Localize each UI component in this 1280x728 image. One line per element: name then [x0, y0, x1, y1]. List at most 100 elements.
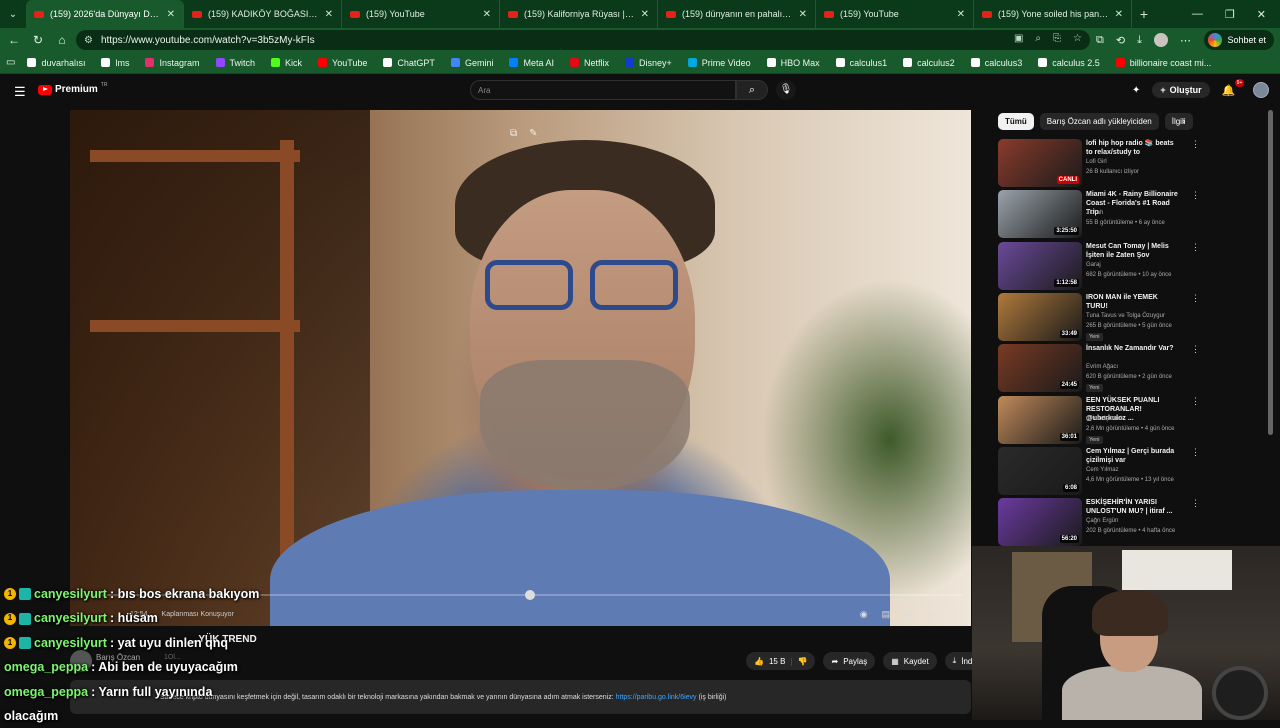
- recommended-video[interactable]: 3:25:50 Miami 4K - Rainy Billionaire Coas…: [998, 190, 1268, 240]
- download-icon[interactable]: ⤓: [1137, 34, 1142, 47]
- channel-name[interactable]: Garaj: [1086, 262, 1101, 268]
- video-thumbnail[interactable]: 3:25:50: [998, 190, 1082, 239]
- bookmark-item[interactable]: Prime Video: [680, 58, 759, 68]
- video-thumbnail[interactable]: 1:12:58: [998, 241, 1082, 290]
- bookmark-item[interactable]: Kick: [263, 58, 310, 68]
- chat-username[interactable]: canyesilyurt: [34, 582, 107, 606]
- cast-icon[interactable]: ✦: [1132, 85, 1140, 96]
- more-options-icon[interactable]: ⋮: [1191, 396, 1200, 407]
- bookmark-item[interactable]: Meta AI: [501, 58, 562, 68]
- bookmark-item[interactable]: calculus1: [828, 58, 896, 68]
- recommended-video[interactable]: 24:45 İnsanlık Ne Zamandır Var? Evrim Ağac…: [998, 344, 1268, 394]
- translate-icon[interactable]: ⎘: [1053, 33, 1061, 44]
- chips-next-icon[interactable]: ›: [1182, 116, 1185, 127]
- settings-gear-icon[interactable]: ⚙: [904, 609, 912, 620]
- browser-tab[interactable]: (159) Kaliforniya Rüyası | San Fran ✕: [500, 0, 658, 28]
- home-icon[interactable]: ⌂: [50, 33, 74, 47]
- chat-username[interactable]: omega_peppa: [4, 655, 88, 679]
- close-window-icon[interactable]: ✕: [1257, 8, 1266, 21]
- channel-name[interactable]: J Utah: [1086, 210, 1103, 216]
- bookmark-item[interactable]: calculus2: [895, 58, 963, 68]
- history-icon[interactable]: ⟲: [1116, 34, 1125, 47]
- more-options-icon[interactable]: ⋮: [1191, 447, 1200, 458]
- more-options-icon[interactable]: ⋮: [1191, 344, 1200, 355]
- close-tab-icon[interactable]: ✕: [325, 9, 333, 20]
- extensions-icon[interactable]: ⧉: [1096, 34, 1104, 47]
- subtitles-icon[interactable]: ▤: [882, 609, 891, 620]
- voice-search-button[interactable]: 🎙: [776, 80, 796, 100]
- bookmark-item[interactable]: lms: [93, 58, 137, 68]
- browser-tab[interactable]: (159) YouTube ✕: [816, 0, 974, 28]
- close-tab-icon[interactable]: ✕: [167, 9, 175, 20]
- chat-username[interactable]: omega_peppa: [4, 680, 88, 704]
- bookmark-item[interactable]: calculus 2.5: [1030, 58, 1108, 68]
- profile-avatar[interactable]: [1153, 33, 1168, 47]
- reload-icon[interactable]: ↻: [26, 33, 50, 47]
- channel-name[interactable]: Orkun Işıtmak: [1086, 416, 1123, 422]
- bookmarks-sidebar-icon[interactable]: ▭: [6, 57, 15, 68]
- bookmark-item[interactable]: YouTube: [310, 58, 375, 68]
- bookmark-item[interactable]: Instagram: [137, 58, 207, 68]
- hamburger-menu-icon[interactable]: ☰: [14, 84, 26, 100]
- recommended-video[interactable]: 36:01 EEN YÜKSEK PUANLI RESTORANLAR! @ube…: [998, 395, 1268, 446]
- channel-name[interactable]: Tuna Tavus ve Tolga Özuygur: [1086, 313, 1165, 319]
- video-title[interactable]: ESKİŞEHİR'İN YARISI UNLOST'UN MU? | itir…: [1086, 498, 1178, 516]
- chat-with-gemini-button[interactable]: Sohbet et: [1204, 30, 1274, 50]
- description-link[interactable]: https://paribu.go.link/6ievy: [616, 694, 697, 701]
- video-thumbnail[interactable]: 56:20: [998, 498, 1082, 547]
- bookmark-item[interactable]: Disney+: [617, 58, 680, 68]
- recommended-video[interactable]: CANLI lofi hip hop radio 📚 beats to relax…: [998, 139, 1268, 189]
- bookmark-item[interactable]: duvarhalısı: [19, 58, 93, 68]
- close-tab-icon[interactable]: ✕: [799, 9, 807, 20]
- restore-icon[interactable]: ❐: [1225, 8, 1235, 21]
- bookmark-item[interactable]: billionaire coast mi...: [1108, 58, 1220, 68]
- sidebar-scrollbar[interactable]: [1268, 110, 1273, 435]
- close-tab-icon[interactable]: ✕: [1115, 9, 1123, 20]
- bookmark-star-icon[interactable]: ☆: [1073, 33, 1082, 44]
- account-avatar[interactable]: [1253, 82, 1270, 98]
- tab-search-chevron-icon[interactable]: ⌄: [0, 0, 26, 28]
- notifications-bell-icon[interactable]: 🔔 9+: [1222, 78, 1245, 97]
- more-options-icon[interactable]: ⋮: [1191, 293, 1200, 304]
- bookmark-item[interactable]: Gemini: [443, 58, 502, 68]
- bookmark-item[interactable]: Netflix: [562, 58, 617, 68]
- more-options-icon[interactable]: ⋮: [1191, 190, 1200, 201]
- scrubber-handle[interactable]: [525, 590, 535, 600]
- browser-tab[interactable]: (159) KADIKÖY BOĞASI ADANA YE ✕: [184, 0, 342, 28]
- channel-name[interactable]: Evrim Ağacı: [1086, 364, 1118, 370]
- video-title[interactable]: Cem Yılmaz | Gerçi burada çizilmişi var: [1086, 447, 1178, 465]
- install-app-icon[interactable]: ▣: [1014, 33, 1023, 44]
- create-button[interactable]: + Oluştur: [1152, 82, 1210, 98]
- close-tab-icon[interactable]: ✕: [483, 9, 491, 20]
- search-input[interactable]: Ara: [470, 80, 736, 100]
- video-title[interactable]: lofi hip hop radio 📚 beats to relax/stud…: [1086, 139, 1178, 157]
- miniplayer-icon[interactable]: ⧉: [510, 128, 517, 139]
- video-thumbnail[interactable]: CANLI: [998, 139, 1082, 187]
- more-menu-icon[interactable]: ⋯: [1180, 34, 1191, 47]
- like-button[interactable]: 👍 15 B | 👎: [746, 652, 816, 670]
- more-options-icon[interactable]: ⋮: [1191, 498, 1200, 509]
- bookmark-item[interactable]: HBO Max: [759, 58, 828, 68]
- video-title[interactable]: IRON MAN ile YEMEK TURU!: [1086, 293, 1178, 311]
- video-thumbnail[interactable]: 6:08: [998, 446, 1082, 495]
- youtube-logo[interactable]: Premium TR: [38, 82, 107, 95]
- recommended-video[interactable]: 33:49 IRON MAN ile YEMEK TURU! Tuna Tavus …: [998, 292, 1268, 343]
- fullscreen-icon[interactable]: ⛶: [949, 609, 955, 620]
- browser-tab[interactable]: (159) Yone soiled his pants after th ✕: [974, 0, 1132, 28]
- browser-tab[interactable]: (159) dünyanın en pahalı caddesi ✕: [658, 0, 816, 28]
- more-options-icon[interactable]: ⋮: [1191, 139, 1200, 150]
- chat-username[interactable]: canyesilyurt: [34, 631, 107, 655]
- browser-tab[interactable]: (159) 2026'da Dünyayı Değiştirece ✕: [26, 0, 184, 28]
- zoom-icon[interactable]: ⌕: [1035, 33, 1041, 44]
- channel-name[interactable]: Cem Yılmaz: [1086, 467, 1119, 473]
- close-tab-icon[interactable]: ✕: [957, 9, 965, 20]
- video-thumbnail[interactable]: 24:45: [998, 344, 1082, 393]
- filter-chip[interactable]: Tümü: [998, 113, 1034, 130]
- search-button[interactable]: ⌕: [736, 80, 768, 100]
- site-info-icon[interactable]: ⚙: [84, 35, 93, 46]
- save-button[interactable]: ▦ Kaydet: [883, 652, 937, 670]
- notes-icon[interactable]: ✎: [529, 128, 537, 139]
- video-thumbnail[interactable]: 36:01: [998, 395, 1082, 444]
- minimize-icon[interactable]: —: [1192, 8, 1203, 20]
- recommended-video[interactable]: 1:12:58 Mesut Can Tomay | Melis İşiten il…: [998, 241, 1268, 292]
